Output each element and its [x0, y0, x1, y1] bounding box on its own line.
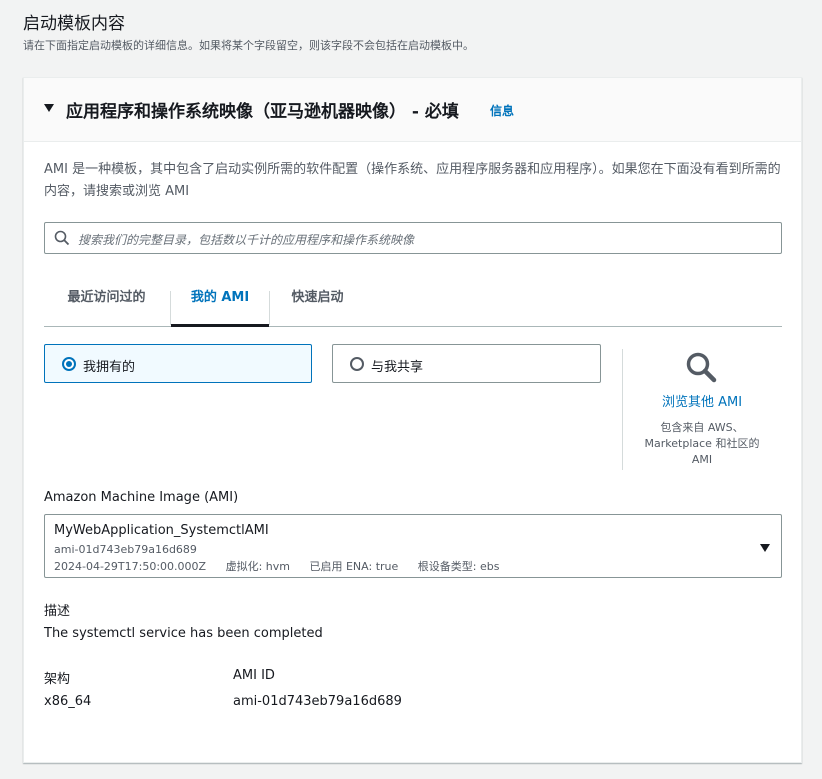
ami-name: MyWebApplication_SystemctlAMI [54, 523, 269, 538]
search-placeholder: 搜索我们的完整目录，包括数以千计的应用程序和操作系统映像 [78, 233, 415, 247]
ami-meta: 2024-04-29T17:50:00.000Z 虚拟化: hvm 已启用 EN… [54, 558, 515, 574]
radio-label-shared: 与我共享 [371, 360, 424, 375]
ami-panel: 应用程序和操作系统映像（亚马逊机器映像） - 必填 信息 AMI 是一种模板，其… [23, 77, 802, 763]
description-value: The systemctl service has been completed [44, 626, 323, 641]
magnifier-icon[interactable] [685, 351, 717, 383]
tab-quick-start[interactable]: 快速启动 [270, 284, 365, 327]
radio-shared-with-me[interactable]: 与我共享 [332, 344, 601, 383]
ami-id-value: ami-01d743eb79a16d689 [233, 694, 402, 709]
ami-search-input[interactable]: 搜索我们的完整目录，包括数以千计的应用程序和操作系统映像 [44, 222, 782, 254]
ami-created: 2024-04-29T17:50:00.000Z [54, 560, 207, 573]
arch-value: x86_64 [44, 694, 92, 709]
ami-id-sub: ami-01d743eb79a16d689 [54, 543, 197, 556]
radio-owned-by-me[interactable]: 我拥有的 [44, 344, 312, 383]
description-label: 描述 [44, 604, 71, 619]
ami-virtualization: 虚拟化: hvm [225, 560, 290, 573]
panel-title: 应用程序和操作系统映像（亚马逊机器映像） - 必填 [66, 102, 459, 122]
radio-label-owned: 我拥有的 [83, 360, 136, 375]
ami-root-device: 根设备类型: ebs [417, 560, 500, 573]
page-title: 启动模板内容 [23, 14, 125, 34]
ami-select-label: Amazon Machine Image (AMI) [44, 490, 239, 505]
browse-other-ami-link[interactable]: 浏览其他 AMI [622, 391, 782, 410]
ami-select[interactable]: MyWebApplication_SystemctlAMI ami-01d743… [44, 514, 782, 578]
ami-tabs: 最近访问过的 我的 AMI 快速启动 [44, 284, 782, 327]
caret-down-icon[interactable] [44, 104, 54, 112]
radio-button[interactable] [350, 357, 364, 371]
panel-header[interactable]: 应用程序和操作系统映像（亚马逊机器映像） - 必填 信息 [24, 78, 801, 142]
browse-description: 包含来自 AWS、Marketplace 和社区的 AMI [644, 421, 760, 466]
radio-button-selected[interactable] [62, 357, 76, 371]
ami-id-label: AMI ID [233, 668, 275, 683]
ami-intro-text: AMI 是一种模板，其中包含了启动实例所需的软件配置（操作系统、应用程序服务器和… [44, 162, 781, 199]
ami-ena: 已启用 ENA: true [309, 560, 399, 573]
search-icon [54, 230, 70, 246]
arch-label: 架构 [44, 672, 71, 687]
active-tab-underline [171, 324, 269, 327]
dropdown-caret-icon[interactable] [760, 544, 770, 552]
tab-recent[interactable]: 最近访问过的 [44, 284, 169, 327]
tab-my-ami[interactable]: 我的 AMI [171, 284, 269, 327]
info-link[interactable]: 信息 [490, 102, 514, 119]
page-description: 请在下面指定启动模板的详细信息。如果将某个字段留空，则该字段不会包括在启动模板中… [23, 39, 474, 52]
